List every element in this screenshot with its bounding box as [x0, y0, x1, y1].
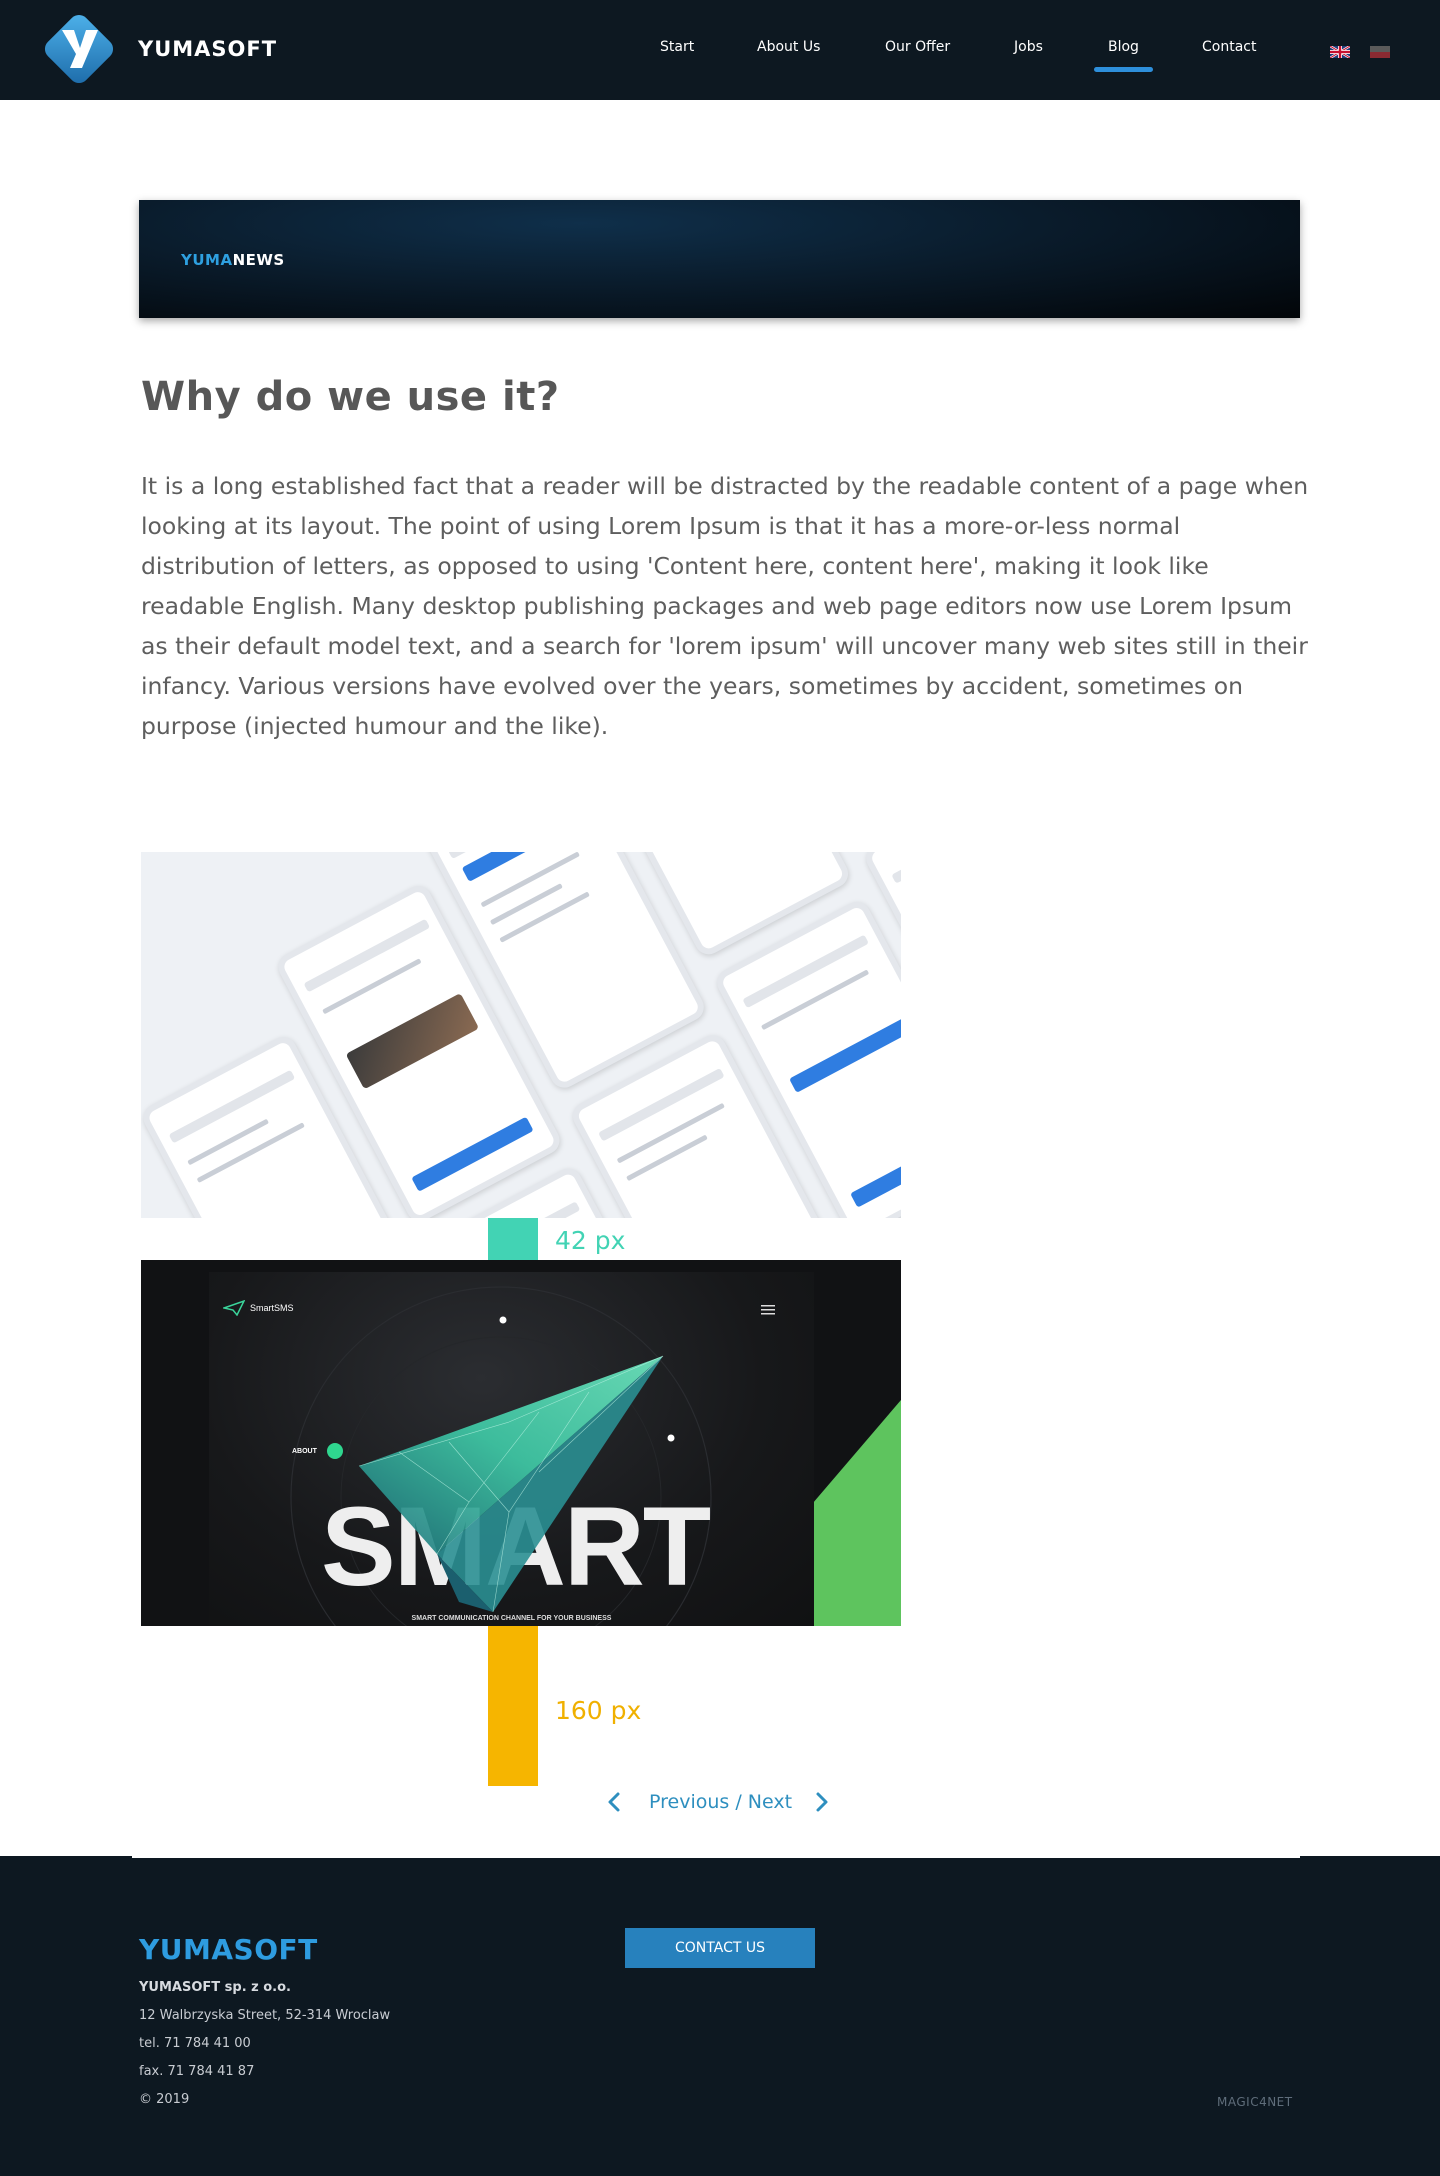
paper-plane-illustration [358, 1355, 664, 1613]
app-screens-image [141, 852, 901, 1218]
nav-our-offer[interactable]: Our Offer [885, 39, 950, 55]
chevron-right-icon[interactable] [810, 1791, 832, 1813]
banner-tag-prefix: YUMA [181, 251, 233, 269]
footer-company: YUMASOFT sp. z o.o. [139, 1980, 291, 1995]
footer-copyright: © 2019 [139, 2092, 190, 2107]
spacing-marker-42 [488, 1218, 538, 1260]
contact-us-button[interactable]: CONTACT US [625, 1928, 815, 1968]
footer-divider [132, 1856, 1300, 1858]
pl-flag-icon[interactable] [1370, 46, 1390, 58]
smart-tagline: SMART COMMUNICATION CHANNEL FOR YOUR BUS… [411, 1615, 612, 1622]
brand-name: YUMASOFT [138, 37, 278, 61]
spacing-label-42: 42 px [555, 1226, 626, 1255]
green-accent-shape [814, 1400, 901, 1626]
uk-flag-icon[interactable] [1330, 46, 1350, 58]
footer-fax: fax. 71 784 41 87 [139, 2064, 255, 2079]
app-screens-grid [141, 852, 901, 1218]
nav-about-us[interactable]: About Us [757, 39, 820, 55]
footer-credit[interactable]: MAGIC4NET [1217, 2095, 1293, 2109]
smartsms-image: SmartSMS ABOUT SMART COMMUNICATION CHANN… [141, 1260, 901, 1626]
smartsms-screen: SmartSMS ABOUT SMART COMMUNICATION CHANN… [209, 1272, 814, 1626]
spacing-marker-160 [488, 1626, 538, 1786]
footer-brand: YUMASOFT [139, 1933, 318, 1966]
yumasoft-logo-icon [44, 14, 114, 84]
footer-address: 12 Walbrzyska Street, 52-314 Wroclaw [139, 2008, 391, 2023]
article-title: Why do we use it? [141, 374, 560, 420]
site-header: YUMASOFT Start About Us Our Offer Jobs B… [0, 0, 1440, 100]
pager-label[interactable]: Previous / Next [649, 1791, 792, 1813]
post-pager: Previous / Next [604, 1787, 832, 1817]
article-body: It is a long established fact that a rea… [141, 472, 1309, 740]
nav-jobs[interactable]: Jobs [1014, 39, 1043, 55]
nav-contact[interactable]: Contact [1202, 39, 1256, 55]
footer-tel: tel. 71 784 41 00 [139, 2036, 251, 2051]
nav-blog[interactable]: Blog [1094, 39, 1153, 72]
chevron-left-icon[interactable] [604, 1791, 626, 1813]
news-banner: YUMANEWS [139, 200, 1300, 318]
site-footer: YUMASOFT YUMASOFT sp. z o.o. 12 Walbrzys… [0, 1856, 1440, 2176]
banner-tag: YUMANEWS [181, 251, 285, 269]
spacing-label-160: 160 px [555, 1696, 642, 1725]
active-nav-indicator [1094, 67, 1153, 72]
brand-logo[interactable]: YUMASOFT [40, 10, 277, 88]
nav-blog-label: Blog [1108, 39, 1139, 55]
banner-tag-suffix: NEWS [232, 251, 285, 269]
nav-start[interactable]: Start [660, 39, 694, 55]
